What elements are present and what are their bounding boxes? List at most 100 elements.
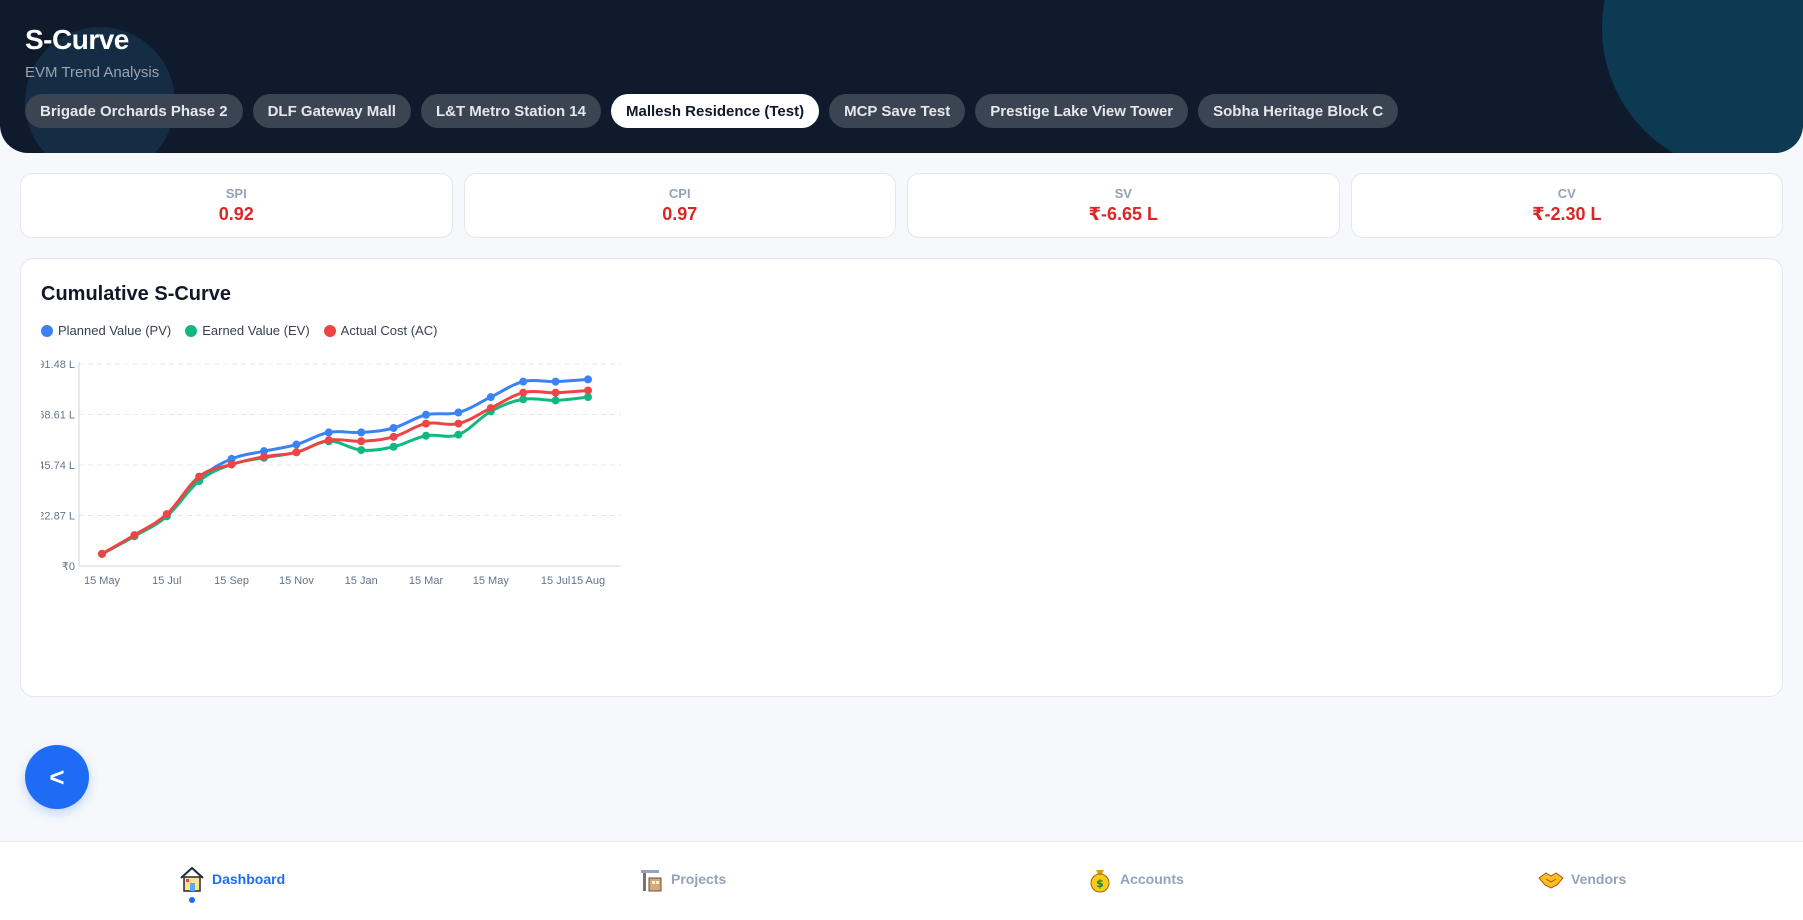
legend-label: Earned Value (EV)	[202, 323, 310, 338]
bottom-nav: Dashboard Projects $ Accounts Vendors	[0, 841, 1803, 920]
data-point-ac	[486, 404, 495, 413]
back-button[interactable]: <	[25, 745, 89, 809]
kpi-card-spi: SPI 0.92	[20, 173, 453, 238]
project-tab[interactable]: DLF Gateway Mall	[252, 94, 411, 128]
kpi-value: 0.97	[662, 204, 698, 224]
data-point-ev	[454, 430, 463, 439]
data-point-ev	[422, 431, 430, 440]
legend-item-ac[interactable]: Actual Cost (AC)	[323, 323, 438, 338]
x-tick-label: 15 Nov	[279, 575, 314, 587]
data-point-ac	[292, 448, 301, 457]
x-tick-label: 15 Sep	[214, 575, 249, 587]
page-subtitle: EVM Trend Analysis	[25, 64, 160, 81]
handshake-icon	[1538, 872, 1564, 889]
header-decoration	[1602, 0, 1803, 153]
nav-item-accounts[interactable]: $ Accounts	[1086, 864, 1184, 894]
data-point-ev	[389, 442, 398, 451]
page-header: S-Curve EVM Trend Analysis Brigade Orcha…	[0, 0, 1803, 153]
data-point-ac	[357, 437, 366, 446]
nav-item-dashboard[interactable]: Dashboard	[178, 864, 285, 894]
data-point-pv	[551, 377, 560, 386]
y-tick-label: ₹0	[62, 561, 75, 573]
data-point-pv	[389, 423, 398, 432]
kpi-value: ₹-2.30 L	[1531, 204, 1602, 224]
data-point-pv	[519, 377, 528, 386]
kpi-value: 0.92	[218, 204, 254, 224]
nav-label: Vendors	[1571, 871, 1627, 887]
kpi-label: CV	[1557, 186, 1576, 201]
chart-legend: Planned Value (PV) Earned Value (EV) Act…	[41, 323, 437, 338]
svg-text:$: $	[1096, 877, 1104, 890]
project-tab[interactable]: MCP Save Test	[829, 94, 966, 128]
data-point-ev	[357, 446, 366, 455]
x-tick-label: 15 May	[473, 575, 510, 587]
x-tick-label: 15 Mar	[409, 575, 444, 587]
nav-label: Dashboard	[212, 871, 286, 887]
nav-label: Accounts	[1120, 871, 1184, 887]
nav-item-projects[interactable]: Projects	[637, 864, 726, 894]
construction-icon	[641, 870, 662, 892]
data-point-ac	[422, 419, 430, 428]
data-point-pv	[584, 375, 592, 384]
y-tick-label: ₹45.74 L	[41, 460, 75, 472]
nav-item-vendors[interactable]: Vendors	[1537, 864, 1626, 894]
legend-label: Planned Value (PV)	[58, 323, 172, 338]
active-indicator	[189, 897, 195, 903]
y-tick-label: ₹22.87 L	[41, 511, 75, 523]
y-tick-label: ₹91.48 L	[41, 359, 75, 371]
kpi-card-cpi: CPI 0.97	[463, 173, 896, 238]
house-icon	[180, 866, 204, 892]
kpi-label: SPI	[225, 186, 247, 201]
s-curve-card: Cumulative S-Curve Planned Value (PV) Ea…	[20, 258, 1783, 697]
x-tick-label: 15 Aug	[571, 575, 605, 587]
data-point-pv	[486, 393, 495, 402]
data-point-ac	[584, 386, 592, 395]
x-tick-label: 15 Jul	[541, 575, 570, 587]
project-tab-active[interactable]: Mallesh Residence (Test)	[610, 94, 820, 128]
data-point-ac	[98, 549, 106, 558]
data-point-pv	[324, 428, 333, 437]
s-curve-chart: ₹0 ₹22.87 L ₹45.74 L ₹68.61 L ₹91.48 L 15 May…	[41, 359, 621, 587]
series-line-ev	[101, 395, 589, 556]
kpi-card-cv: CV ₹-2.30 L	[1350, 173, 1783, 238]
data-point-ac	[162, 510, 171, 519]
kpi-value: ₹-6.65 L	[1088, 204, 1159, 224]
kpi-card-sv: SV ₹-6.65 L	[907, 173, 1340, 238]
kpi-label: SV	[1114, 186, 1132, 201]
legend-item-ev[interactable]: Earned Value (EV)	[185, 323, 310, 338]
legend-label: Actual Cost (AC)	[340, 323, 438, 338]
legend-item-pv[interactable]: Planned Value (PV)	[41, 323, 171, 338]
page-title: S-Curve	[25, 24, 129, 55]
data-point-pv	[454, 408, 463, 417]
y-tick-label: ₹68.61 L	[41, 410, 75, 422]
chart-title: Cumulative S-Curve	[41, 283, 232, 305]
project-tabs: Brigade Orchards Phase 2 DLF Gateway Mal…	[25, 94, 1399, 128]
data-point-ac	[130, 531, 139, 540]
legend-dot-ac	[323, 324, 336, 337]
nav-label: Projects	[671, 871, 727, 887]
data-point-ac	[227, 460, 236, 469]
data-point-ac	[260, 452, 268, 461]
data-point-ac	[389, 432, 398, 441]
kpi-label: CPI	[668, 186, 691, 201]
data-point-pv	[422, 410, 430, 419]
series-line-pv	[101, 377, 589, 556]
project-tab[interactable]: Sobha Heritage Block C	[1198, 94, 1399, 128]
data-point-pv	[292, 440, 301, 449]
data-point-ev	[551, 396, 560, 405]
data-point-ac	[195, 472, 204, 481]
x-tick-label: 15 Jan	[345, 575, 378, 587]
project-tab[interactable]: Prestige Lake View Tower	[975, 94, 1189, 128]
legend-dot-ev	[185, 324, 198, 337]
data-point-ac	[454, 419, 463, 428]
project-tab[interactable]: Brigade Orchards Phase 2	[25, 94, 243, 128]
data-point-pv	[357, 428, 366, 437]
project-tab[interactable]: L&T Metro Station 14	[420, 94, 601, 128]
kpi-row: SPI 0.92 CPI 0.97 SV ₹-6.65 L CV ₹-2.30 …	[20, 173, 1783, 238]
x-tick-label: 15 May	[84, 575, 121, 587]
data-point-ac	[551, 388, 560, 397]
x-tick-label: 15 Jul	[152, 575, 181, 587]
data-point-ac	[519, 388, 528, 397]
legend-dot-pv	[41, 324, 53, 337]
data-point-ac	[324, 436, 333, 445]
